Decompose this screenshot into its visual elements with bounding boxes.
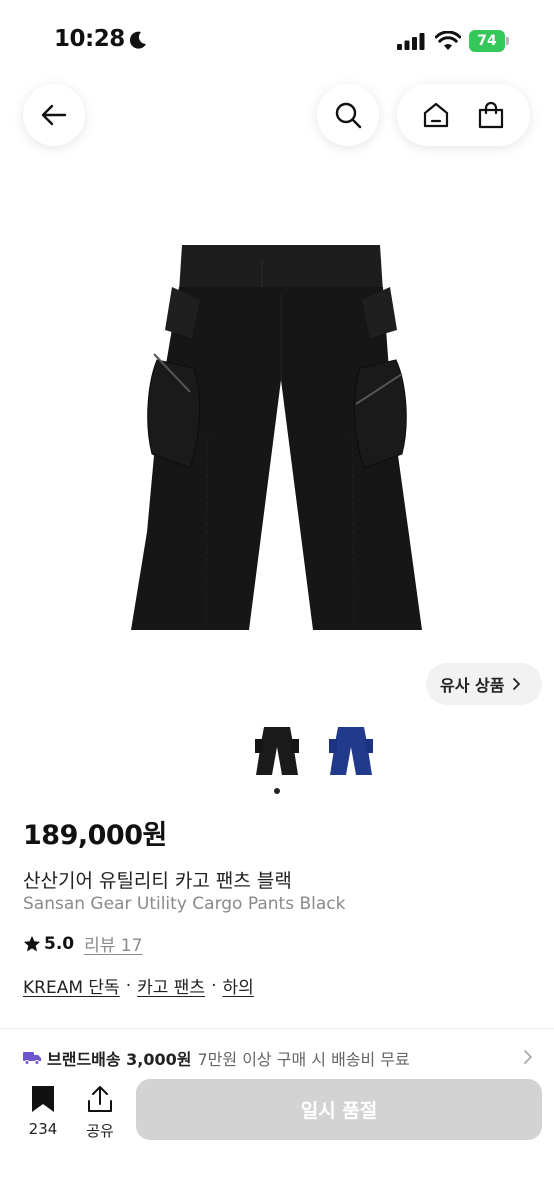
tag-bottoms[interactable]: 하의 bbox=[222, 973, 253, 998]
tag-separator: · bbox=[211, 975, 217, 996]
shipping-label: 브랜드배송 3,000원 bbox=[47, 1050, 192, 1069]
review-link[interactable]: 리뷰 17 bbox=[84, 931, 142, 956]
back-button[interactable] bbox=[23, 84, 85, 146]
tag-separator: · bbox=[125, 975, 132, 996]
similar-products-button[interactable]: 유사 상품 bbox=[426, 663, 542, 705]
star-icon bbox=[23, 935, 41, 951]
share-label: 공유 bbox=[86, 1122, 114, 1140]
moon-icon bbox=[129, 31, 146, 49]
product-name-korean: 산산기어 유틸리티 카고 팬츠 블랙 bbox=[23, 870, 292, 892]
chevron-right-icon bbox=[524, 1050, 532, 1064]
search-button[interactable] bbox=[317, 84, 379, 146]
signal-icon bbox=[397, 33, 425, 50]
thumbnail-black[interactable] bbox=[252, 723, 302, 779]
share-button[interactable]: 공유 bbox=[80, 1084, 120, 1141]
search-icon bbox=[335, 102, 362, 129]
product-name-english: Sansan Gear Utility Cargo Pants Black bbox=[23, 894, 346, 914]
product-price: 189,000원 bbox=[23, 820, 167, 851]
section-divider bbox=[0, 1028, 554, 1029]
shipping-note: 7만원 이상 구매 시 배송비 무료 bbox=[197, 1050, 410, 1069]
sold-out-label: 일시 품절 bbox=[300, 1100, 378, 1122]
tag-kream-exclusive[interactable]: KREAM 단독 bbox=[23, 973, 120, 998]
nav-pill bbox=[397, 84, 530, 146]
truck-icon bbox=[23, 1052, 41, 1065]
home-icon bbox=[424, 102, 449, 128]
battery-indicator: 74 bbox=[469, 30, 509, 52]
chevron-right-icon bbox=[513, 678, 521, 690]
category-tags: KREAM 단독 · 카고 팬츠 · 하의 bbox=[23, 973, 254, 999]
sold-out-button[interactable]: 일시 품절 bbox=[136, 1079, 542, 1140]
bookmark-count: 234 bbox=[28, 1120, 58, 1138]
home-button[interactable] bbox=[419, 98, 453, 132]
gallery-page-indicator bbox=[274, 788, 280, 794]
arrow-left-icon bbox=[41, 104, 67, 126]
wifi-icon bbox=[435, 31, 461, 50]
bottom-action-bar: 234 공유 일시 품절 bbox=[0, 1070, 554, 1200]
status-bar: 10:28 74 bbox=[0, 0, 554, 80]
share-icon bbox=[88, 1086, 112, 1112]
tag-cargo-pants[interactable]: 카고 팬츠 bbox=[137, 973, 205, 998]
similar-products-label: 유사 상품 bbox=[440, 676, 505, 695]
bookmark-button[interactable]: 234 bbox=[22, 1084, 64, 1138]
bookmark-icon bbox=[32, 1086, 54, 1112]
shopping-bag-icon bbox=[478, 101, 503, 129]
shipping-info-row[interactable]: 브랜드배송 3,000원 7만원 이상 구매 시 배송비 무료 bbox=[23, 1045, 533, 1071]
status-time: 10:28 bbox=[54, 26, 125, 52]
thumbnail-blue[interactable] bbox=[326, 723, 376, 779]
rating-value: 5.0 bbox=[44, 933, 75, 954]
battery-level: 74 bbox=[477, 33, 497, 49]
cart-button[interactable] bbox=[474, 98, 508, 132]
rating-row: 5.0 리뷰 17 bbox=[23, 931, 142, 956]
product-image[interactable] bbox=[110, 232, 444, 632]
